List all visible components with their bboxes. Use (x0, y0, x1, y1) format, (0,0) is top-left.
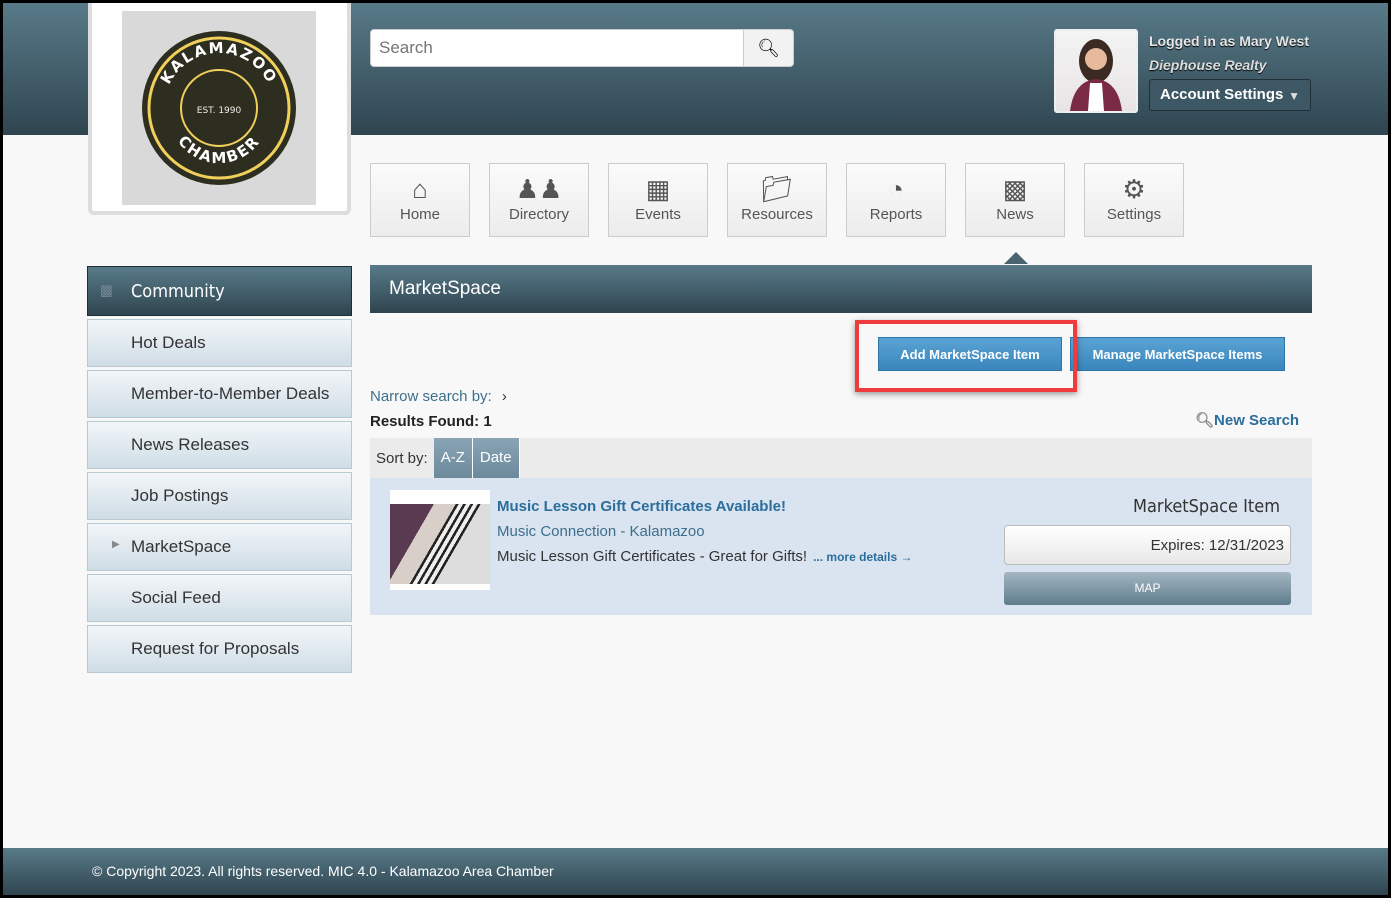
sidebar-item-label: News Releases (131, 435, 250, 454)
search-input[interactable] (370, 29, 744, 67)
calendar-icon: ▦ (645, 174, 671, 204)
svg-text:EST. 1990: EST. 1990 (197, 106, 242, 116)
narrow-search-toggle[interactable]: Narrow search by: › (370, 388, 507, 405)
result-type: MarketSpace Item (1133, 496, 1280, 517)
nav-reports[interactable]: ◔ Reports (846, 163, 946, 237)
sidebar-header-label: Community (131, 281, 225, 302)
highlight-annotation (855, 320, 1077, 392)
sidebar: ▩ Community Hot Deals Member-to-Member De… (87, 266, 352, 673)
result-title-link[interactable]: Music Lesson Gift Certificates Available… (497, 498, 786, 515)
sort-az-button[interactable]: A-Z (433, 438, 473, 478)
search-icon: 🔍︎ (757, 37, 780, 58)
nav-directory[interactable]: ♟♟ Directory (489, 163, 589, 237)
user-info: Logged in as Mary West Diephouse Realty (1149, 33, 1309, 73)
nav-label: News (996, 206, 1034, 223)
map-button[interactable]: MAP (1004, 572, 1291, 605)
nav-news[interactable]: ▩ News (965, 163, 1065, 264)
nav-label: Reports (869, 206, 923, 223)
main-nav: ⌂ Home ♟♟ Directory ▦ Events 📁︎ Resources ◔ R… (370, 163, 1184, 264)
chamber-logo[interactable]: KALAMAZOO CHAMBER EST. 1990 (88, 3, 351, 215)
sidebar-item-label: Job Postings (131, 486, 229, 505)
folder-icon: 📁︎ (760, 174, 794, 204)
avatar (1054, 29, 1138, 113)
sidebar-item-member-deals[interactable]: Member-to-Member Deals (87, 370, 352, 418)
sidebar-item-rfp[interactable]: Request for Proposals (87, 625, 352, 673)
sidebar-item-label: MarketSpace (131, 537, 232, 556)
sidebar-item-marketspace[interactable]: ▶ MarketSpace (87, 523, 352, 571)
sort-date-button[interactable]: Date (472, 438, 520, 478)
sidebar-item-social-feed[interactable]: Social Feed (87, 574, 352, 622)
home-icon: ⌂ (412, 174, 428, 204)
search-icon: 🔍︎ (1195, 412, 1215, 429)
chevron-right-icon: › (501, 388, 507, 405)
caret-right-icon: ▶ (112, 539, 120, 550)
nav-label: Settings (1106, 206, 1162, 223)
expires-badge: Expires: 12/31/2023 (1004, 525, 1291, 565)
sidebar-item-hot-deals[interactable]: Hot Deals (87, 319, 352, 367)
footer: © Copyright 2023. All rights reserved. M… (3, 848, 1388, 895)
account-settings-label: Account Settings (1160, 86, 1284, 103)
copyright-text: © Copyright 2023. All rights reserved. M… (92, 863, 554, 879)
result-thumbnail[interactable] (390, 490, 490, 590)
narrow-search-label: Narrow search by: (370, 388, 492, 405)
sort-bar: Sort by: A-Z Date (370, 438, 1312, 478)
new-search-link[interactable]: 🔍︎New Search (1195, 411, 1299, 429)
search-bar: 🔍︎ (370, 29, 794, 67)
logged-in-text: Logged in as Mary West (1149, 33, 1309, 49)
nav-label: Resources (741, 206, 813, 223)
nav-settings[interactable]: ⚙ Settings (1084, 163, 1184, 237)
logo-seal: KALAMAZOO CHAMBER EST. 1990 (142, 31, 296, 185)
result-description: Music Lesson Gift Certificates - Great f… (497, 548, 912, 565)
results-count: Results Found: 1 (370, 413, 492, 430)
nav-home[interactable]: ⌂ Home (370, 163, 470, 237)
new-search-label: New Search (1214, 412, 1300, 429)
sidebar-item-job-postings[interactable]: Job Postings (87, 472, 352, 520)
nav-events[interactable]: ▦ Events (608, 163, 708, 237)
chevron-down-icon: ▼ (1288, 89, 1300, 103)
description-text: Music Lesson Gift Certificates - Great f… (497, 548, 808, 565)
more-details-link[interactable]: ... more details → (813, 550, 912, 564)
sidebar-item-label: Request for Proposals (131, 639, 300, 658)
list-item: Music Lesson Gift Certificates Available… (370, 478, 1312, 615)
sidebar-item-label: Hot Deals (131, 333, 206, 352)
sidebar-item-news-releases[interactable]: News Releases (87, 421, 352, 469)
page: KALAMAZOO CHAMBER EST. 1990 🔍︎ Logged in… (3, 3, 1388, 895)
search-button[interactable]: 🔍︎ (744, 29, 794, 67)
nav-label: Events (635, 206, 681, 223)
buildings-icon: ▩ (1002, 174, 1028, 204)
manage-marketspace-items-button[interactable]: Manage MarketSpace Items (1070, 337, 1285, 371)
company-name: Diephouse Realty (1149, 57, 1267, 73)
page-title: MarketSpace (370, 265, 1312, 313)
sort-label: Sort by: (376, 449, 428, 467)
gear-icon: ⚙ (1122, 174, 1146, 204)
nav-label: Directory (508, 206, 569, 223)
sidebar-header-community[interactable]: ▩ Community (87, 266, 352, 316)
sidebar-item-label: Social Feed (131, 588, 221, 607)
sidebar-item-label: Member-to-Member Deals (131, 384, 330, 403)
nav-resources[interactable]: 📁︎ Resources (727, 163, 827, 237)
result-org: Music Connection - Kalamazoo (497, 523, 705, 540)
account-settings-dropdown[interactable]: Account Settings ▼ (1149, 79, 1311, 111)
buildings-icon: ▩ (100, 281, 113, 299)
people-icon: ♟♟ (515, 174, 563, 204)
nav-label: Home (399, 206, 440, 223)
pie-chart-icon: ◔ (888, 174, 904, 204)
